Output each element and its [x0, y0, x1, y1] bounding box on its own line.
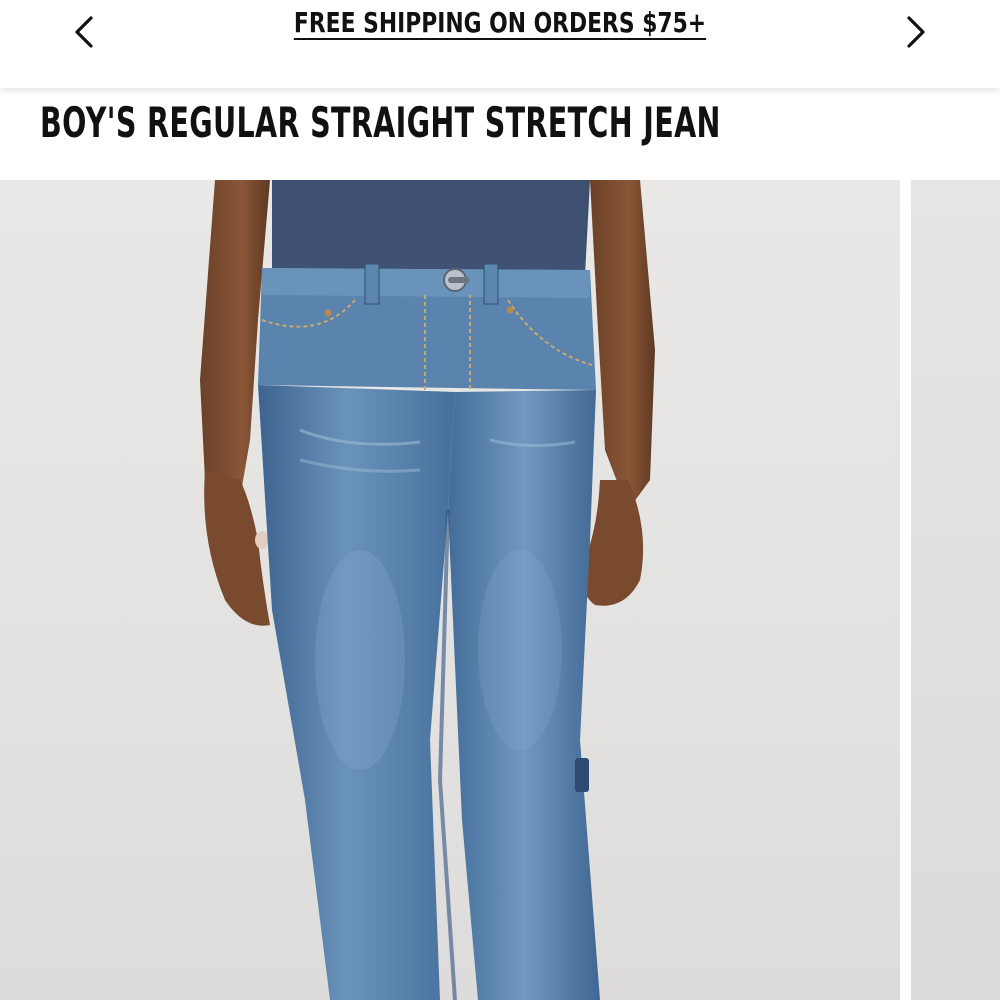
- product-photo-jeans: [200, 180, 655, 1000]
- gallery-slide-next[interactable]: [911, 180, 1000, 1000]
- promo-prev-button[interactable]: [62, 10, 106, 54]
- product-title: BOY'S REGULAR STRAIGHT STRETCH JEAN: [40, 98, 721, 147]
- product-image-gallery[interactable]: [0, 180, 1000, 1000]
- promo-message: FREE SHIPPING ON ORDERS $75+: [110, 6, 890, 39]
- promo-next-button[interactable]: [894, 10, 938, 54]
- chevron-right-icon: [907, 16, 925, 48]
- promo-link[interactable]: FREE SHIPPING ON ORDERS $75+: [294, 6, 706, 39]
- gallery-slide-main[interactable]: [0, 180, 900, 1000]
- promo-banner: FREE SHIPPING ON ORDERS $75+: [0, 0, 1000, 88]
- chevron-left-icon: [75, 16, 93, 48]
